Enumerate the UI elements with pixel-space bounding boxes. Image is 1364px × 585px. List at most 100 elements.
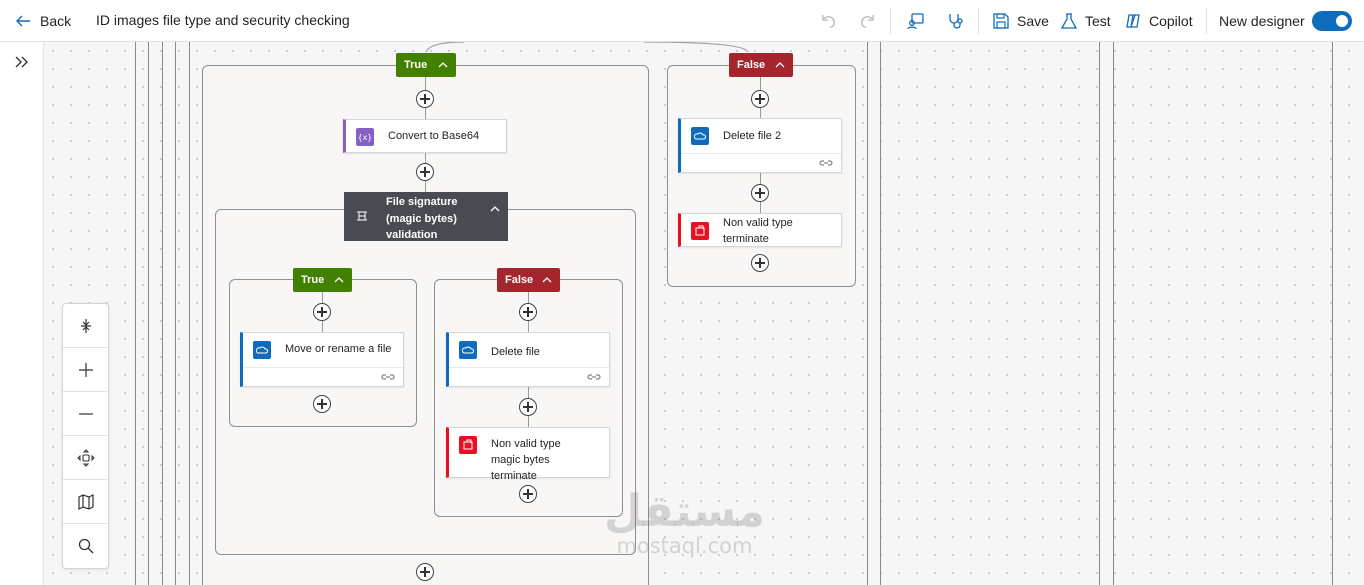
fit-vertical-button[interactable] [63, 304, 108, 348]
toolbar-divider [978, 8, 979, 34]
redo-button[interactable] [858, 11, 878, 31]
outer-false-label: False [737, 59, 766, 71]
file-signature-scope-header[interactable]: File signature (magic bytes) validation [344, 192, 508, 241]
flow-title: ID images file type and security checkin… [96, 12, 350, 28]
delete-file-2-card[interactable]: Delete file 2 [678, 118, 842, 173]
canvas-controls [62, 303, 109, 569]
inner-true-branch[interactable]: True [293, 268, 352, 292]
copilot-label: Copilot [1149, 13, 1193, 29]
card-label: Move or rename a file [285, 343, 392, 355]
outer-true-branch[interactable]: True [396, 53, 456, 77]
card-label: Convert to Base64 [388, 130, 480, 142]
card-divider [681, 153, 841, 154]
arrows-vertical-icon [80, 318, 91, 333]
toolbar-divider [1206, 8, 1207, 34]
save-label: Save [1017, 13, 1049, 29]
terminate-card[interactable]: Non valid type terminate [678, 213, 842, 247]
card-label: Non valid type magic bytes terminate [491, 438, 561, 482]
link-icon [819, 160, 833, 166]
back-button[interactable]: Back [14, 10, 71, 32]
flow-checker-button[interactable] [906, 11, 926, 31]
map-icon [77, 493, 94, 510]
card-divider [449, 367, 609, 368]
link-icon [381, 374, 395, 380]
minimap-button[interactable] [63, 480, 108, 524]
copilot-icon [1126, 14, 1140, 28]
new-designer-label: New designer [1219, 11, 1305, 31]
zoom-in-button[interactable] [63, 348, 108, 392]
watermark: مستقل mostaql.com [604, 486, 765, 559]
copilot-button[interactable]: Copilot [1124, 11, 1193, 31]
outer-false-branch[interactable]: False [729, 53, 793, 77]
variable-icon: {x} [356, 128, 374, 146]
new-designer-toggle[interactable] [1312, 11, 1352, 31]
add-action-button[interactable] [519, 398, 537, 416]
watermark-latin: mostaql.com [616, 534, 753, 558]
add-action-button[interactable] [416, 163, 434, 181]
save-icon [993, 13, 1009, 29]
inner-false-label: False [505, 274, 534, 286]
stethoscope-icon [949, 14, 963, 29]
flow-canvas[interactable]: True {x} Convert to Base64 File signatur… [44, 42, 1364, 585]
card-label: Delete file 2 [723, 130, 782, 142]
save-button[interactable]: Save [992, 11, 1049, 31]
add-action-button[interactable] [751, 184, 769, 202]
outer-true-label: True [404, 59, 428, 71]
beaker-icon [1060, 13, 1078, 29]
add-action-button[interactable] [519, 485, 537, 503]
convert-to-base64-card[interactable]: {x} Convert to Base64 [343, 119, 507, 153]
card-label: Delete file [491, 346, 540, 358]
card-divider [243, 367, 403, 368]
chevron-up-icon [542, 277, 552, 283]
back-label: Back [40, 13, 72, 29]
health-check-button[interactable] [946, 11, 966, 31]
arrow-left-icon [16, 15, 30, 27]
search-button[interactable] [63, 524, 108, 568]
add-action-button[interactable] [313, 303, 331, 321]
scope-icon [357, 211, 367, 221]
left-rail [0, 42, 44, 585]
scope-label: File signature (magic bytes) validation [386, 196, 458, 241]
terminate-icon [459, 436, 477, 454]
minus-icon [78, 412, 93, 415]
test-label: Test [1085, 13, 1111, 29]
add-action-button[interactable] [519, 303, 537, 321]
inner-false-branch[interactable]: False [497, 268, 560, 292]
onedrive-icon [253, 341, 271, 359]
search-icon [78, 538, 93, 554]
chevron-up-icon [490, 206, 500, 212]
plus-icon [78, 362, 93, 377]
link-icon [587, 374, 601, 380]
add-action-button[interactable] [416, 563, 434, 581]
fit-view-icon [76, 448, 95, 467]
chevron-up-icon [438, 62, 448, 68]
zoom-out-button[interactable] [63, 392, 108, 436]
toggle-knob [1336, 15, 1348, 27]
expand-panel-icon[interactable] [12, 52, 32, 72]
svg-text:{x}: {x} [359, 133, 371, 142]
new-designer-text: New designer [1219, 13, 1305, 29]
add-action-button[interactable] [751, 90, 769, 108]
delete-file-card[interactable]: Delete file [446, 332, 610, 387]
onedrive-icon [691, 127, 709, 145]
card-label: Non valid type terminate [723, 217, 793, 245]
chevron-up-icon [775, 62, 785, 68]
fit-view-button[interactable] [63, 436, 108, 480]
move-or-rename-card[interactable]: Move or rename a file [240, 332, 404, 387]
terminate-icon [691, 222, 709, 240]
test-button[interactable]: Test [1060, 11, 1111, 31]
undo-icon [822, 15, 835, 28]
redo-icon [861, 15, 874, 28]
add-action-button[interactable] [416, 90, 434, 108]
inner-true-label: True [301, 274, 325, 286]
undo-button[interactable] [818, 11, 838, 31]
person-feedback-icon [907, 13, 924, 30]
watermark-arabic: مستقل [604, 486, 765, 537]
top-bar: Back ID images file type and security ch… [0, 0, 1364, 42]
chevron-up-icon [334, 277, 344, 283]
onedrive-icon [459, 341, 477, 359]
add-action-button[interactable] [313, 395, 331, 413]
add-action-button[interactable] [751, 254, 769, 272]
toolbar-divider [890, 8, 891, 34]
terminate-magic-bytes-card[interactable]: Non valid type magic bytes terminate [446, 427, 610, 482]
